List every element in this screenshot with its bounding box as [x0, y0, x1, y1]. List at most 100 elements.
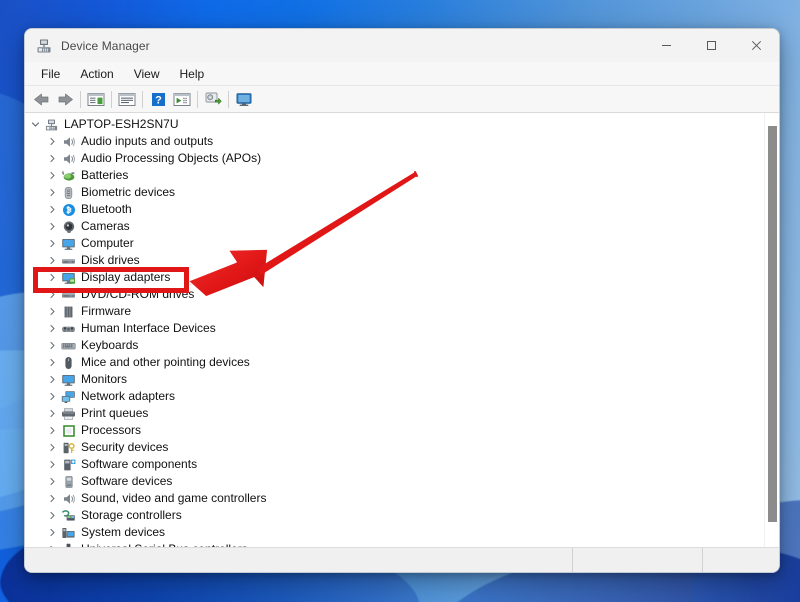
fingerprint-icon	[60, 185, 77, 201]
close-button[interactable]	[734, 29, 779, 62]
tree-item-label: Firmware	[81, 304, 131, 318]
keyboard-icon	[60, 338, 77, 354]
maximize-button[interactable]	[689, 29, 734, 62]
tree-item-sound-video-and-game-controllers[interactable]: Sound, video and game controllers	[25, 490, 764, 507]
menu-item-action[interactable]: Action	[70, 65, 123, 83]
tree-item-processors[interactable]: Processors	[25, 422, 764, 439]
tree-item-label: Processors	[81, 423, 142, 437]
chevron-right-icon[interactable]	[45, 528, 60, 537]
toolbar-separator	[142, 90, 143, 108]
tree-item-label: Computer	[81, 236, 134, 250]
tree-item-display-adapters[interactable]: Display adapters	[25, 269, 764, 286]
properties-icon[interactable]	[84, 88, 108, 110]
chevron-right-icon[interactable]	[45, 460, 60, 469]
chevron-right-icon[interactable]	[45, 239, 60, 248]
tree-item-network-adapters[interactable]: Network adapters	[25, 388, 764, 405]
scrollbar-thumb[interactable]	[768, 126, 777, 522]
chevron-right-icon[interactable]	[45, 375, 60, 384]
chevron-right-icon[interactable]	[45, 290, 60, 299]
software-device-icon	[60, 474, 77, 490]
chevron-right-icon[interactable]	[45, 494, 60, 503]
tree-item-software-devices[interactable]: Software devices	[25, 473, 764, 490]
chevron-right-icon[interactable]	[45, 477, 60, 486]
window-controls	[644, 29, 779, 62]
tree-item-audio-processing-objects[interactable]: Audio Processing Objects (APOs)	[25, 150, 764, 167]
tree-root-node[interactable]: LAPTOP-ESH2SN7U	[25, 116, 764, 133]
chevron-right-icon[interactable]	[45, 392, 60, 401]
tree-item-biometric-devices[interactable]: Biometric devices	[25, 184, 764, 201]
svg-text:?: ?	[155, 94, 162, 106]
tree-item-computer[interactable]: Computer	[25, 235, 764, 252]
menu-item-file[interactable]: File	[31, 65, 70, 83]
tree-item-mice-and-other-pointing-devices[interactable]: Mice and other pointing devices	[25, 354, 764, 371]
title-bar[interactable]: Device Manager	[25, 29, 779, 62]
tree-item-human-interface-devices[interactable]: Human Interface Devices	[25, 320, 764, 337]
tree-item-firmware[interactable]: Firmware	[25, 303, 764, 320]
menu-item-view[interactable]: View	[124, 65, 170, 83]
tree-item-label: Disk drives	[81, 253, 140, 267]
tree-item-system-devices[interactable]: System devices	[25, 524, 764, 541]
menu-bar: File Action View Help	[25, 62, 779, 86]
tree-item-label: Security devices	[81, 440, 169, 454]
update-driver-icon[interactable]	[115, 88, 139, 110]
vertical-scrollbar[interactable]	[764, 113, 779, 547]
tree-item-universal-serial-bus-controllers[interactable]: Universal Serial Bus controllers	[25, 541, 764, 547]
chevron-right-icon[interactable]	[45, 222, 60, 231]
chevron-right-icon[interactable]	[45, 358, 60, 367]
enable-device-icon[interactable]	[170, 88, 194, 110]
device-manager-icon	[37, 39, 51, 52]
scan-for-hardware-changes-icon[interactable]	[201, 88, 225, 110]
chevron-right-icon[interactable]	[45, 171, 60, 180]
tree-item-bluetooth[interactable]: Bluetooth	[25, 201, 764, 218]
chevron-right-icon[interactable]	[45, 443, 60, 452]
chevron-right-icon[interactable]	[45, 256, 60, 265]
tree-item-label: Mice and other pointing devices	[81, 355, 250, 369]
tree-item-batteries[interactable]: Batteries	[25, 167, 764, 184]
tree-item-disk-drives[interactable]: Disk drives	[25, 252, 764, 269]
toolbar: ?	[25, 86, 779, 113]
toolbar-separator	[111, 90, 112, 108]
speaker-icon	[60, 134, 77, 150]
tree-item-security-devices[interactable]: Security devices	[25, 439, 764, 456]
chevron-right-icon[interactable]	[45, 426, 60, 435]
chevron-right-icon[interactable]	[45, 341, 60, 350]
chevron-down-icon[interactable]	[28, 120, 43, 129]
minimize-button[interactable]	[644, 29, 689, 62]
chevron-right-icon[interactable]	[45, 409, 60, 418]
tree-item-label: Bluetooth	[81, 202, 132, 216]
chevron-right-icon[interactable]	[45, 137, 60, 146]
tree-item-dvd-cd-rom-drives[interactable]: DVD/CD-ROM drives	[25, 286, 764, 303]
speaker-icon	[60, 491, 77, 507]
tree-item-label: Keyboards	[81, 338, 139, 352]
tree-item-audio-inputs-and-outputs[interactable]: Audio inputs and outputs	[25, 133, 764, 150]
forward-icon[interactable]	[53, 88, 77, 110]
disk-drive-icon	[60, 253, 77, 269]
chevron-right-icon[interactable]	[45, 188, 60, 197]
chevron-right-icon[interactable]	[45, 511, 60, 520]
tree-item-storage-controllers[interactable]: Storage controllers	[25, 507, 764, 524]
tree-item-label: Software devices	[81, 474, 173, 488]
back-icon[interactable]	[29, 88, 53, 110]
tree-item-print-queues[interactable]: Print queues	[25, 405, 764, 422]
tree-item-keyboards[interactable]: Keyboards	[25, 337, 764, 354]
menu-item-help[interactable]: Help	[170, 65, 215, 83]
tree-item-cameras[interactable]: Cameras	[25, 218, 764, 235]
tree-item-label: Biometric devices	[81, 185, 176, 199]
chevron-right-icon[interactable]	[45, 205, 60, 214]
tree-item-label: DVD/CD-ROM drives	[81, 287, 195, 301]
chevron-right-icon[interactable]	[45, 545, 60, 547]
chevron-right-icon[interactable]	[45, 307, 60, 316]
tree-item-label: System devices	[81, 525, 166, 539]
chevron-right-icon[interactable]	[45, 324, 60, 333]
chevron-right-icon[interactable]	[45, 273, 60, 282]
show-hidden-devices-icon[interactable]	[232, 88, 256, 110]
tree-item-label: Batteries	[81, 168, 129, 182]
tree-item-label: Audio Processing Objects (APOs)	[81, 151, 262, 165]
monitor-icon	[60, 372, 77, 388]
help-icon[interactable]: ?	[146, 88, 170, 110]
tree-item-monitors[interactable]: Monitors	[25, 371, 764, 388]
chevron-right-icon[interactable]	[45, 154, 60, 163]
tree-item-label: Display adapters	[81, 270, 171, 284]
tree-root-label: LAPTOP-ESH2SN7U	[64, 117, 179, 131]
tree-item-software-components[interactable]: Software components	[25, 456, 764, 473]
